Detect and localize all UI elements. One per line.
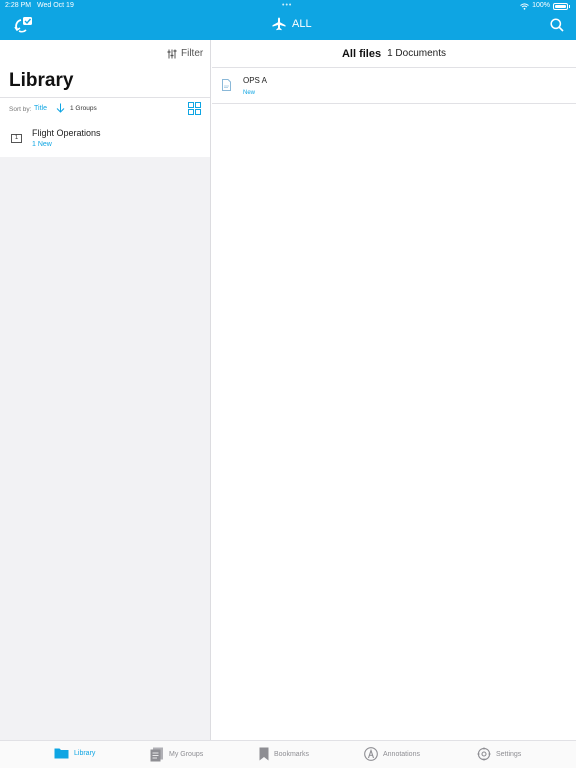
library-header: Filter Library Sort by: Title 1 Groups 1… xyxy=(0,40,210,157)
multitasking-dots-icon: ••• xyxy=(282,2,293,9)
document-row[interactable]: OPS A New xyxy=(212,68,576,104)
status-date: Wed Oct 19 xyxy=(37,2,74,9)
files-title: All files xyxy=(341,47,382,60)
documents-count: 1 Documents xyxy=(387,48,447,59)
grid-view-icon[interactable] xyxy=(188,102,201,115)
battery-icon xyxy=(553,2,568,10)
search-button[interactable] xyxy=(550,18,564,32)
aircraft-filter[interactable]: ALL xyxy=(272,17,312,31)
bookmark-icon xyxy=(259,747,269,761)
files-header: All files 1 Documents xyxy=(212,40,576,68)
status-right: 100% xyxy=(520,2,570,10)
pen-icon xyxy=(364,747,378,761)
tab-settings-label: Settings xyxy=(496,750,522,758)
sort-direction-arrow-icon[interactable] xyxy=(56,103,65,113)
pdf-document-icon xyxy=(222,79,231,91)
search-icon xyxy=(550,18,564,32)
group-new-status: 1 New xyxy=(32,141,52,148)
group-item-flight-operations[interactable]: 1 Flight Operations 1 New xyxy=(0,120,210,157)
tab-bookmarks[interactable]: Bookmarks xyxy=(259,747,309,761)
gear-icon xyxy=(477,747,491,761)
status-bar: 2:28 PM Wed Oct 19 ••• 100% xyxy=(0,2,576,12)
page-title: Library xyxy=(9,70,74,91)
status-time: 2:28 PM xyxy=(5,2,32,9)
sync-button[interactable] xyxy=(14,16,34,34)
sort-row: Sort by: Title 1 Groups xyxy=(0,97,210,120)
airplane-icon xyxy=(272,17,286,31)
groups-count: 1 Groups xyxy=(70,105,97,112)
tab-library[interactable]: Library xyxy=(54,747,95,759)
sliders-icon xyxy=(167,49,177,58)
battery-percent: 100% xyxy=(532,2,550,9)
sort-value-button[interactable]: Title xyxy=(34,105,47,112)
tab-my-groups[interactable]: My Groups xyxy=(150,747,203,762)
tab-settings[interactable]: Settings xyxy=(477,747,521,761)
battery-nub xyxy=(569,4,570,8)
document-name: OPS A xyxy=(243,76,268,85)
filter-button[interactable]: Filter xyxy=(167,48,203,59)
document-new-status: New xyxy=(243,90,256,96)
group-name: Flight Operations xyxy=(32,128,101,138)
tab-bar: Library My Groups Bookmarks Annotations xyxy=(0,740,576,768)
tab-bookmarks-label: Bookmarks xyxy=(274,750,310,758)
sync-icon xyxy=(14,17,32,33)
top-bar: 2:28 PM Wed Oct 19 ••• 100% ALL xyxy=(0,0,576,40)
topbar-title: ALL xyxy=(292,18,312,30)
filter-label: Filter xyxy=(181,48,204,59)
tab-annotations[interactable]: Annotations xyxy=(364,747,420,761)
sort-label: Sort by: xyxy=(9,106,32,113)
tab-my-groups-label: My Groups xyxy=(169,751,204,758)
folder-icon xyxy=(54,748,69,759)
library-pane: Filter Library Sort by: Title 1 Groups 1… xyxy=(0,40,211,740)
group-count-badge: 1 xyxy=(11,134,22,143)
wifi-icon xyxy=(520,2,529,10)
documents-icon xyxy=(150,747,163,762)
tab-annotations-label: Annotations xyxy=(383,750,420,758)
tab-library-label: Library xyxy=(74,749,96,757)
files-pane: All files 1 Documents OPS A New xyxy=(212,40,576,740)
